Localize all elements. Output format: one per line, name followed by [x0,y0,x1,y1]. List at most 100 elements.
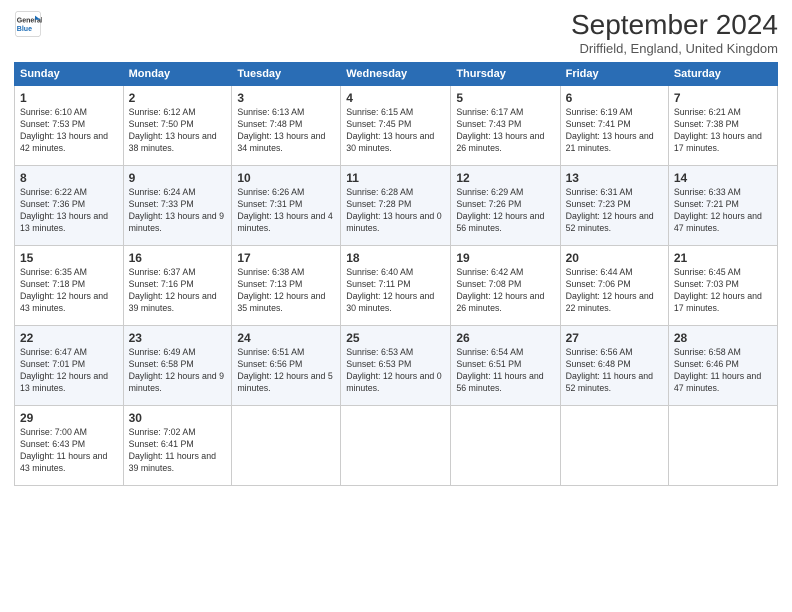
day-number: 11 [346,170,445,186]
day-info: Sunrise: 6:12 AMSunset: 7:50 PMDaylight:… [129,107,227,155]
day-number: 4 [346,90,445,106]
day-number: 17 [237,250,335,266]
day-number: 20 [566,250,663,266]
calendar-cell [668,405,777,485]
day-info: Sunrise: 6:17 AMSunset: 7:43 PMDaylight:… [456,107,554,155]
calendar-cell: 2Sunrise: 6:12 AMSunset: 7:50 PMDaylight… [123,85,232,165]
day-info: Sunrise: 6:10 AMSunset: 7:53 PMDaylight:… [20,107,118,155]
day-number: 15 [20,250,118,266]
calendar-cell: 18Sunrise: 6:40 AMSunset: 7:11 PMDayligh… [341,245,451,325]
day-number: 21 [674,250,772,266]
header: General Blue September 2024 Driffield, E… [14,10,778,56]
day-info: Sunrise: 6:40 AMSunset: 7:11 PMDaylight:… [346,267,445,315]
day-number: 28 [674,330,772,346]
day-number: 1 [20,90,118,106]
day-info: Sunrise: 6:49 AMSunset: 6:58 PMDaylight:… [129,347,227,395]
calendar-week-5: 29Sunrise: 7:00 AMSunset: 6:43 PMDayligh… [15,405,778,485]
header-row: Sunday Monday Tuesday Wednesday Thursday… [15,62,778,85]
day-info: Sunrise: 6:53 AMSunset: 6:53 PMDaylight:… [346,347,445,395]
day-number: 6 [566,90,663,106]
calendar-week-1: 1Sunrise: 6:10 AMSunset: 7:53 PMDaylight… [15,85,778,165]
calendar-cell: 5Sunrise: 6:17 AMSunset: 7:43 PMDaylight… [451,85,560,165]
calendar-cell: 1Sunrise: 6:10 AMSunset: 7:53 PMDaylight… [15,85,124,165]
day-number: 25 [346,330,445,346]
day-number: 23 [129,330,227,346]
calendar-cell [451,405,560,485]
day-info: Sunrise: 6:56 AMSunset: 6:48 PMDaylight:… [566,347,663,395]
day-info: Sunrise: 6:45 AMSunset: 7:03 PMDaylight:… [674,267,772,315]
calendar-cell: 8Sunrise: 6:22 AMSunset: 7:36 PMDaylight… [15,165,124,245]
day-number: 30 [129,410,227,426]
day-info: Sunrise: 6:44 AMSunset: 7:06 PMDaylight:… [566,267,663,315]
logo: General Blue [14,10,44,38]
calendar-cell: 6Sunrise: 6:19 AMSunset: 7:41 PMDaylight… [560,85,668,165]
col-saturday: Saturday [668,62,777,85]
calendar-body: 1Sunrise: 6:10 AMSunset: 7:53 PMDaylight… [15,85,778,485]
day-number: 26 [456,330,554,346]
calendar-cell: 9Sunrise: 6:24 AMSunset: 7:33 PMDaylight… [123,165,232,245]
location: Driffield, England, United Kingdom [571,41,778,56]
calendar-cell: 26Sunrise: 6:54 AMSunset: 6:51 PMDayligh… [451,325,560,405]
day-number: 8 [20,170,118,186]
calendar-cell: 27Sunrise: 6:56 AMSunset: 6:48 PMDayligh… [560,325,668,405]
day-number: 12 [456,170,554,186]
day-number: 19 [456,250,554,266]
day-number: 2 [129,90,227,106]
day-number: 7 [674,90,772,106]
calendar-cell: 22Sunrise: 6:47 AMSunset: 7:01 PMDayligh… [15,325,124,405]
day-number: 22 [20,330,118,346]
day-info: Sunrise: 6:19 AMSunset: 7:41 PMDaylight:… [566,107,663,155]
day-number: 5 [456,90,554,106]
calendar-cell [341,405,451,485]
calendar-cell: 3Sunrise: 6:13 AMSunset: 7:48 PMDaylight… [232,85,341,165]
calendar-cell: 4Sunrise: 6:15 AMSunset: 7:45 PMDaylight… [341,85,451,165]
day-info: Sunrise: 6:58 AMSunset: 6:46 PMDaylight:… [674,347,772,395]
calendar-cell [232,405,341,485]
day-number: 9 [129,170,227,186]
calendar-cell: 10Sunrise: 6:26 AMSunset: 7:31 PMDayligh… [232,165,341,245]
col-tuesday: Tuesday [232,62,341,85]
day-info: Sunrise: 6:54 AMSunset: 6:51 PMDaylight:… [456,347,554,395]
calendar-cell: 19Sunrise: 6:42 AMSunset: 7:08 PMDayligh… [451,245,560,325]
calendar-week-3: 15Sunrise: 6:35 AMSunset: 7:18 PMDayligh… [15,245,778,325]
day-info: Sunrise: 6:47 AMSunset: 7:01 PMDaylight:… [20,347,118,395]
col-wednesday: Wednesday [341,62,451,85]
day-info: Sunrise: 6:28 AMSunset: 7:28 PMDaylight:… [346,187,445,235]
day-number: 16 [129,250,227,266]
day-info: Sunrise: 7:00 AMSunset: 6:43 PMDaylight:… [20,427,118,475]
calendar-cell: 23Sunrise: 6:49 AMSunset: 6:58 PMDayligh… [123,325,232,405]
calendar-cell: 12Sunrise: 6:29 AMSunset: 7:26 PMDayligh… [451,165,560,245]
calendar-cell: 16Sunrise: 6:37 AMSunset: 7:16 PMDayligh… [123,245,232,325]
day-number: 24 [237,330,335,346]
calendar-cell: 13Sunrise: 6:31 AMSunset: 7:23 PMDayligh… [560,165,668,245]
col-monday: Monday [123,62,232,85]
day-number: 13 [566,170,663,186]
day-info: Sunrise: 6:31 AMSunset: 7:23 PMDaylight:… [566,187,663,235]
calendar-cell: 20Sunrise: 6:44 AMSunset: 7:06 PMDayligh… [560,245,668,325]
svg-text:Blue: Blue [17,26,32,33]
calendar-cell: 15Sunrise: 6:35 AMSunset: 7:18 PMDayligh… [15,245,124,325]
day-number: 27 [566,330,663,346]
day-info: Sunrise: 6:37 AMSunset: 7:16 PMDaylight:… [129,267,227,315]
day-number: 3 [237,90,335,106]
title-block: September 2024 Driffield, England, Unite… [571,10,778,56]
calendar-cell: 28Sunrise: 6:58 AMSunset: 6:46 PMDayligh… [668,325,777,405]
calendar-cell: 25Sunrise: 6:53 AMSunset: 6:53 PMDayligh… [341,325,451,405]
col-thursday: Thursday [451,62,560,85]
day-info: Sunrise: 6:51 AMSunset: 6:56 PMDaylight:… [237,347,335,395]
calendar-page: General Blue September 2024 Driffield, E… [0,0,792,612]
day-info: Sunrise: 6:35 AMSunset: 7:18 PMDaylight:… [20,267,118,315]
calendar-cell: 21Sunrise: 6:45 AMSunset: 7:03 PMDayligh… [668,245,777,325]
calendar-week-4: 22Sunrise: 6:47 AMSunset: 7:01 PMDayligh… [15,325,778,405]
calendar-cell: 24Sunrise: 6:51 AMSunset: 6:56 PMDayligh… [232,325,341,405]
day-info: Sunrise: 6:15 AMSunset: 7:45 PMDaylight:… [346,107,445,155]
calendar-week-2: 8Sunrise: 6:22 AMSunset: 7:36 PMDaylight… [15,165,778,245]
day-number: 29 [20,410,118,426]
logo-icon: General Blue [14,10,42,38]
calendar-cell: 17Sunrise: 6:38 AMSunset: 7:13 PMDayligh… [232,245,341,325]
day-number: 10 [237,170,335,186]
day-number: 14 [674,170,772,186]
day-info: Sunrise: 6:21 AMSunset: 7:38 PMDaylight:… [674,107,772,155]
calendar-cell: 14Sunrise: 6:33 AMSunset: 7:21 PMDayligh… [668,165,777,245]
day-info: Sunrise: 6:38 AMSunset: 7:13 PMDaylight:… [237,267,335,315]
